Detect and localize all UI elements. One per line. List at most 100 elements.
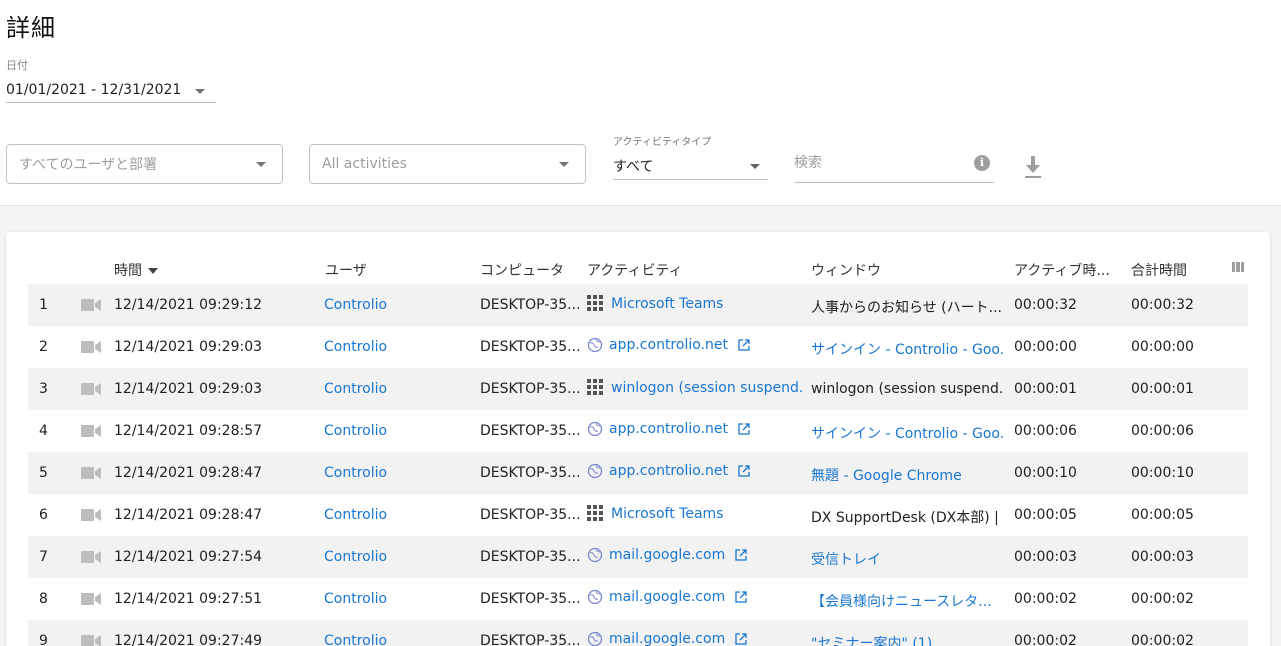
video-camera-icon[interactable]	[81, 383, 101, 395]
table-row[interactable]: 8 12/14/2021 09:27:51 Controlio DESKTOP-35.…	[28, 578, 1248, 620]
external-link-icon[interactable]	[734, 590, 748, 604]
row-number: 3	[39, 381, 48, 397]
user-link[interactable]: Controlio	[324, 297, 464, 313]
table-row[interactable]: 3 12/14/2021 09:29:03 Controlio DESKTOP-35.…	[28, 368, 1248, 410]
video-camera-icon[interactable]	[81, 467, 101, 479]
window-cell[interactable]: サインイン - Controlio - Goo...	[811, 339, 1004, 359]
header-total-time[interactable]: 合計時間	[1131, 260, 1187, 280]
user-link[interactable]: Controlio	[324, 591, 464, 607]
date-range-field[interactable]: 01/01/2021 - 12/31/2021	[6, 77, 216, 103]
users-departments-select[interactable]: すべてのユーザと部署	[6, 144, 283, 184]
user-link[interactable]: Controlio	[324, 549, 464, 565]
activity-cell[interactable]: mail.google.com	[587, 547, 803, 563]
row-number: 2	[39, 339, 48, 355]
header-active-time[interactable]: アクティブ時...	[1014, 260, 1110, 280]
chevron-down-icon[interactable]	[750, 164, 760, 169]
user-link[interactable]: Controlio	[324, 423, 464, 439]
activity-cell[interactable]: Microsoft Teams	[587, 295, 803, 313]
user-link[interactable]: Controlio	[324, 465, 464, 481]
window-cell[interactable]: 受信トレイ	[811, 549, 1004, 569]
time-cell: 12/14/2021 09:27:51	[114, 591, 263, 607]
activity-type-field[interactable]: すべて	[613, 152, 768, 180]
activity-cell[interactable]: mail.google.com	[587, 589, 803, 605]
window-cell[interactable]: サインイン - Controlio - Goo...	[811, 423, 1004, 443]
sort-desc-icon[interactable]	[148, 268, 158, 274]
external-link-icon[interactable]	[734, 632, 748, 646]
user-link[interactable]: Controlio	[324, 381, 464, 397]
activity-link[interactable]: app.controlio.net	[609, 463, 728, 479]
activity-cell[interactable]: app.controlio.net	[587, 421, 803, 437]
table-row[interactable]: 7 12/14/2021 09:27:54 Controlio DESKTOP-35.…	[28, 536, 1248, 578]
external-link-icon[interactable]	[734, 548, 748, 562]
table-row[interactable]: 2 12/14/2021 09:29:03 Controlio DESKTOP-35.…	[28, 326, 1248, 368]
activity-link[interactable]: mail.google.com	[609, 631, 725, 646]
chevron-down-icon[interactable]	[559, 162, 569, 167]
chevron-down-icon[interactable]	[195, 89, 206, 94]
grid-icon	[587, 295, 605, 313]
activity-link[interactable]: Microsoft Teams	[611, 296, 723, 312]
time-cell: 12/14/2021 09:28:47	[114, 465, 263, 481]
activity-type-select[interactable]: アクティビティタイプ すべて	[613, 133, 768, 180]
window-cell[interactable]: "セミナー案内" (1)	[811, 633, 1004, 646]
activities-select[interactable]: All activities	[309, 144, 586, 184]
total-time-cell: 00:00:01	[1131, 381, 1194, 397]
download-icon[interactable]	[1022, 154, 1044, 180]
video-camera-icon[interactable]	[81, 341, 101, 353]
activity-cell[interactable]: Microsoft Teams	[587, 505, 803, 523]
header-time[interactable]: 時間	[114, 260, 158, 280]
date-range-picker[interactable]: 日付 01/01/2021 - 12/31/2021	[6, 57, 216, 103]
computer-cell: DESKTOP-35...	[480, 591, 581, 607]
video-camera-icon[interactable]	[81, 509, 101, 521]
table-row[interactable]: 6 12/14/2021 09:28:47 Controlio DESKTOP-35.…	[28, 494, 1248, 536]
video-camera-icon[interactable]	[81, 551, 101, 563]
activities-select-placeholder: All activities	[322, 156, 407, 172]
activity-link[interactable]: app.controlio.net	[609, 337, 728, 353]
globe-icon	[587, 337, 603, 353]
row-number: 4	[39, 423, 48, 439]
external-link-icon[interactable]	[737, 338, 751, 352]
search-input[interactable]: 検索 i	[794, 142, 994, 183]
external-link-icon[interactable]	[737, 422, 751, 436]
activity-link[interactable]: mail.google.com	[609, 547, 725, 563]
activity-link[interactable]: app.controlio.net	[609, 421, 728, 437]
external-link-icon[interactable]	[737, 464, 751, 478]
computer-cell: DESKTOP-35...	[480, 507, 581, 523]
video-camera-icon[interactable]	[81, 635, 101, 646]
total-time-cell: 00:00:00	[1131, 339, 1194, 355]
user-link[interactable]: Controlio	[324, 633, 464, 646]
chevron-down-icon[interactable]	[256, 162, 266, 167]
activity-link[interactable]: winlogon (session suspend...	[611, 380, 803, 396]
activity-cell[interactable]: app.controlio.net	[587, 337, 803, 353]
row-number: 5	[39, 465, 48, 481]
video-camera-icon[interactable]	[81, 593, 101, 605]
activity-link[interactable]: Microsoft Teams	[611, 506, 723, 522]
date-label: 日付	[6, 59, 28, 72]
header-activity[interactable]: アクティビティ	[587, 260, 683, 280]
video-camera-icon[interactable]	[81, 299, 101, 311]
table-row[interactable]: 5 12/14/2021 09:28:47 Controlio DESKTOP-35.…	[28, 452, 1248, 494]
table-header: 時間 ユーザ コンピュータ アクティビティ ウィンドウ アクティブ時... 合計…	[22, 250, 1244, 284]
window-cell[interactable]: 【会員様向けニュースレタ...	[811, 591, 1004, 611]
activity-cell[interactable]: winlogon (session suspend...	[587, 379, 803, 397]
window-cell[interactable]: 無題 - Google Chrome	[811, 465, 1004, 485]
time-cell: 12/14/2021 09:29:03	[114, 339, 263, 355]
time-cell: 12/14/2021 09:28:57	[114, 423, 263, 439]
header-user[interactable]: ユーザ	[325, 260, 367, 280]
activity-link[interactable]: mail.google.com	[609, 589, 725, 605]
total-time-cell: 00:00:02	[1131, 591, 1194, 607]
table-row[interactable]: 1 12/14/2021 09:29:12 Controlio DESKTOP-35.…	[28, 284, 1248, 326]
table-row[interactable]: 9 12/14/2021 09:27:49 Controlio DESKTOP-35.…	[28, 620, 1248, 646]
columns-icon[interactable]	[1232, 262, 1244, 272]
info-icon[interactable]: i	[974, 155, 990, 171]
header-computer[interactable]: コンピュータ	[480, 260, 564, 280]
user-link[interactable]: Controlio	[324, 339, 464, 355]
table-row[interactable]: 4 12/14/2021 09:28:57 Controlio DESKTOP-35.…	[28, 410, 1248, 452]
video-camera-icon[interactable]	[81, 425, 101, 437]
activity-cell[interactable]: mail.google.com	[587, 631, 803, 646]
header-window[interactable]: ウィンドウ	[811, 260, 881, 280]
activity-cell[interactable]: app.controlio.net	[587, 463, 803, 479]
user-link[interactable]: Controlio	[324, 507, 464, 523]
computer-cell: DESKTOP-35...	[480, 423, 581, 439]
active-time-cell: 00:00:03	[1014, 549, 1077, 565]
globe-icon	[587, 631, 603, 646]
